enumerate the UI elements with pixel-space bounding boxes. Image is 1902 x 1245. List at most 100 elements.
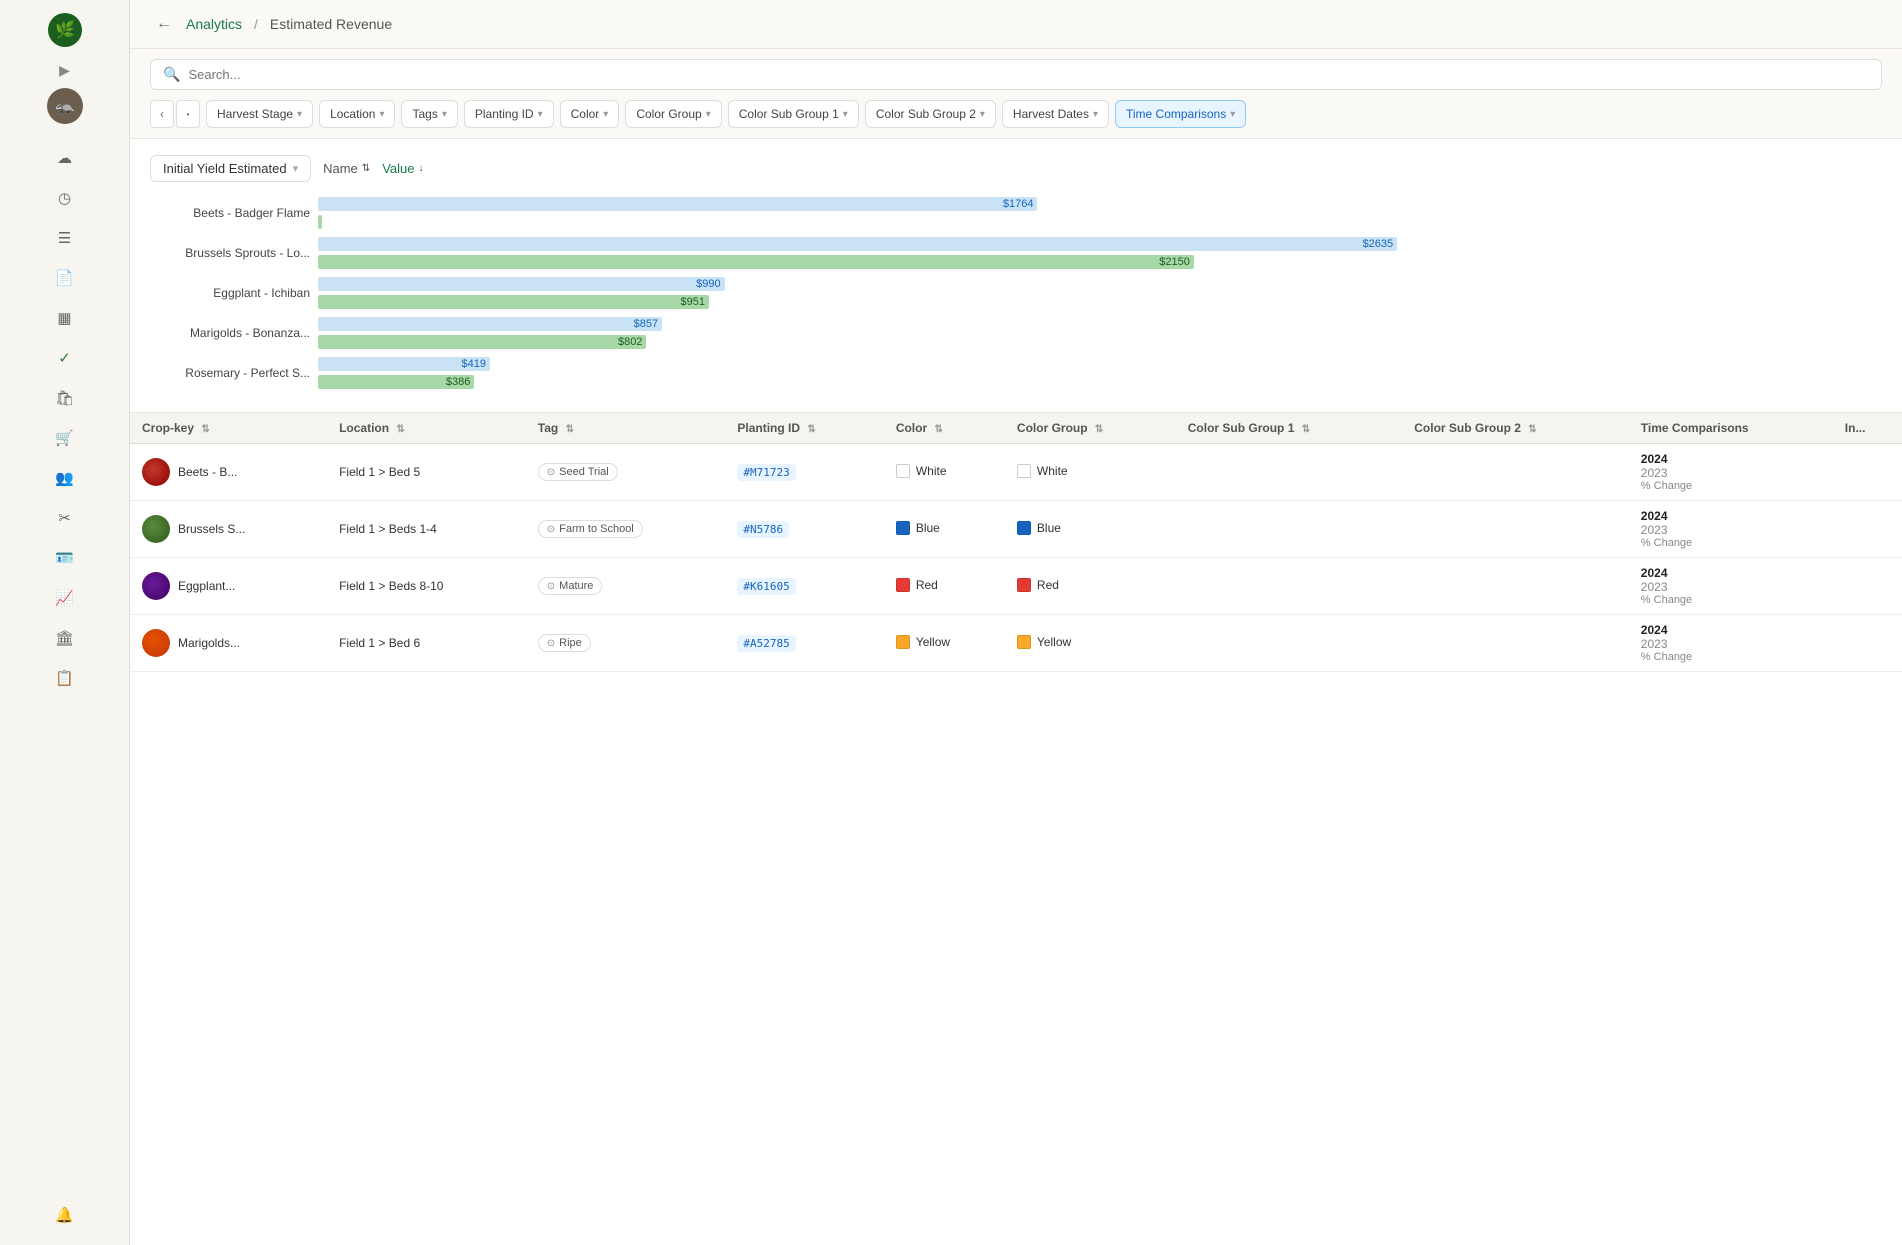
col-location[interactable]: Location ⇅: [327, 413, 526, 444]
cell-location: Field 1 > Bed 6: [327, 615, 526, 672]
sidebar-collapse-btn[interactable]: ▶: [55, 60, 75, 80]
cell-init-yield: [1833, 558, 1902, 615]
sidebar-item-list[interactable]: ☰: [47, 220, 83, 256]
cell-color: White: [884, 444, 1005, 501]
col-init-yield[interactable]: In...: [1833, 413, 1902, 444]
chevron-down-icon: ▾: [442, 109, 447, 120]
bar-2023: $386: [318, 375, 474, 389]
filter-color-group[interactable]: Color Group ▾: [625, 100, 721, 128]
search-bar[interactable]: 🔍: [150, 59, 1882, 90]
bar-label: Eggplant - Ichiban: [150, 286, 310, 300]
cell-crop-key: Brussels S...: [130, 501, 327, 558]
sort-down-icon: ↓: [418, 163, 423, 174]
table-row: Marigolds... Field 1 > Bed 6 ⊙ Ripe #A52…: [130, 615, 1902, 672]
filter-tags[interactable]: Tags ▾: [401, 100, 457, 128]
chart-row-eggplant: Eggplant - Ichiban $990 $951: [150, 276, 1882, 310]
sidebar-item-cloud[interactable]: ☁: [47, 140, 83, 176]
tag-icon: ⊙: [547, 467, 555, 478]
color-swatch-yellow: [896, 635, 910, 649]
tag-icon: ⊙: [547, 581, 555, 592]
breadcrumb-analytics-link[interactable]: Analytics: [186, 16, 242, 32]
filter-planting-id[interactable]: Planting ID ▾: [464, 100, 554, 128]
filter-location[interactable]: Location ▾: [319, 100, 395, 128]
crop-image: [142, 515, 170, 543]
sidebar-item-check[interactable]: ✓: [47, 340, 83, 376]
cell-color-sub2: [1402, 615, 1629, 672]
cell-color-group: Blue: [1005, 501, 1176, 558]
cell-location: Field 1 > Beds 8-10: [327, 558, 526, 615]
sidebar-item-building[interactable]: 🏛: [47, 620, 83, 656]
chevron-down-icon: ▾: [538, 109, 543, 120]
search-input[interactable]: [188, 67, 1869, 82]
chevron-down-icon: ▾: [293, 162, 299, 175]
chevron-down-icon: ▾: [603, 109, 608, 120]
sort-icon: ⇅: [1528, 424, 1536, 435]
col-color-group[interactable]: Color Group ⇅: [1005, 413, 1176, 444]
bar-group: $857 $802: [318, 316, 1882, 350]
cell-planting-id: #K61605: [725, 558, 883, 615]
sidebar-item-scissors[interactable]: ✂: [47, 500, 83, 536]
filter-color-sub1[interactable]: Color Sub Group 1 ▾: [728, 100, 859, 128]
chevron-down-icon: ▾: [706, 109, 711, 120]
cell-color-sub2: [1402, 558, 1629, 615]
main-content: ← Analytics / Estimated Revenue 🔍 ‹ • Ha…: [130, 0, 1902, 1245]
sort-icon: ⇅: [566, 424, 574, 435]
sidebar-item-grid[interactable]: ▦: [47, 300, 83, 336]
col-planting-id[interactable]: Planting ID ⇅: [725, 413, 883, 444]
crop-image: [142, 572, 170, 600]
sidebar-item-clipboard[interactable]: 📋: [47, 660, 83, 696]
cell-planting-id: #N5786: [725, 501, 883, 558]
metric-select[interactable]: Initial Yield Estimated ▾: [150, 155, 311, 182]
chart-row-rosemary: Rosemary - Perfect S... $419 $386: [150, 356, 1882, 390]
sidebar-item-analytics[interactable]: 📈: [47, 580, 83, 616]
sidebar-item-document[interactable]: 📄: [47, 260, 83, 296]
cell-init-yield: [1833, 501, 1902, 558]
col-color[interactable]: Color ⇅: [884, 413, 1005, 444]
sidebar-item-cart[interactable]: 🛒: [47, 420, 83, 456]
sidebar-item-history[interactable]: ◷: [47, 180, 83, 216]
bar-label: Marigolds - Bonanza...: [150, 326, 310, 340]
filter-color-sub2[interactable]: Color Sub Group 2 ▾: [865, 100, 996, 128]
filter-dot: •: [176, 100, 200, 128]
sidebar-item-bag[interactable]: 🛍: [47, 380, 83, 416]
cell-color-sub2: [1402, 444, 1629, 501]
data-table-area: Crop-key ⇅ Location ⇅ Tag ⇅ Planting ID …: [130, 413, 1902, 1245]
cell-planting-id: #A52785: [725, 615, 883, 672]
cell-location: Field 1 > Bed 5: [327, 444, 526, 501]
sidebar-item-bell[interactable]: 🔔: [47, 1197, 83, 1233]
sort-icon: ⇅: [1302, 424, 1310, 435]
cell-color-sub1: [1176, 615, 1403, 672]
chevron-down-icon: ▾: [843, 109, 848, 120]
col-color-sub2[interactable]: Color Sub Group 2 ⇅: [1402, 413, 1629, 444]
col-color-sub1[interactable]: Color Sub Group 1 ⇅: [1176, 413, 1403, 444]
filter-prev-button[interactable]: ‹: [150, 100, 174, 128]
bar-group: $1764: [318, 196, 1882, 230]
app-logo[interactable]: 🌿: [47, 12, 83, 48]
filter-harvest-dates[interactable]: Harvest Dates ▾: [1002, 100, 1109, 128]
sort-arrows-icon: ⇅: [362, 163, 370, 174]
col-time-comp[interactable]: Time Comparisons: [1629, 413, 1833, 444]
bar-2024: $2635: [318, 237, 1397, 251]
user-avatar[interactable]: 🦡: [47, 88, 83, 124]
sort-value-button[interactable]: Value ↓: [382, 161, 423, 176]
sidebar-item-people[interactable]: 👥: [47, 460, 83, 496]
color-group-swatch-yellow: [1017, 635, 1031, 649]
sort-name-button[interactable]: Name ⇅: [323, 161, 370, 176]
color-swatch-red: [896, 578, 910, 592]
cell-init-yield: [1833, 444, 1902, 501]
cell-tag: ⊙ Seed Trial: [526, 444, 726, 501]
filter-time-comparisons[interactable]: Time Comparisons ▾: [1115, 100, 1246, 128]
filter-color[interactable]: Color ▾: [560, 100, 620, 128]
sidebar: 🌿 ▶ 🦡 ☁ ◷ ☰ 📄 ▦ ✓ 🛍 🛒 👥 ✂ 🪪 📈 🏛 📋 🔔: [0, 0, 130, 1245]
filter-harvest-stage[interactable]: Harvest Stage ▾: [206, 100, 313, 128]
back-button[interactable]: ←: [150, 10, 178, 38]
col-tag[interactable]: Tag ⇅: [526, 413, 726, 444]
sort-icon: ⇅: [1095, 424, 1103, 435]
bar-2023: $2150: [318, 255, 1194, 269]
cell-crop-key: Beets - B...: [130, 444, 327, 501]
bar-2024: $419: [318, 357, 490, 371]
sidebar-item-id[interactable]: 🪪: [47, 540, 83, 576]
col-crop-key[interactable]: Crop-key ⇅: [130, 413, 327, 444]
color-swatch-white: [896, 464, 910, 478]
color-group-swatch-white: [1017, 464, 1031, 478]
